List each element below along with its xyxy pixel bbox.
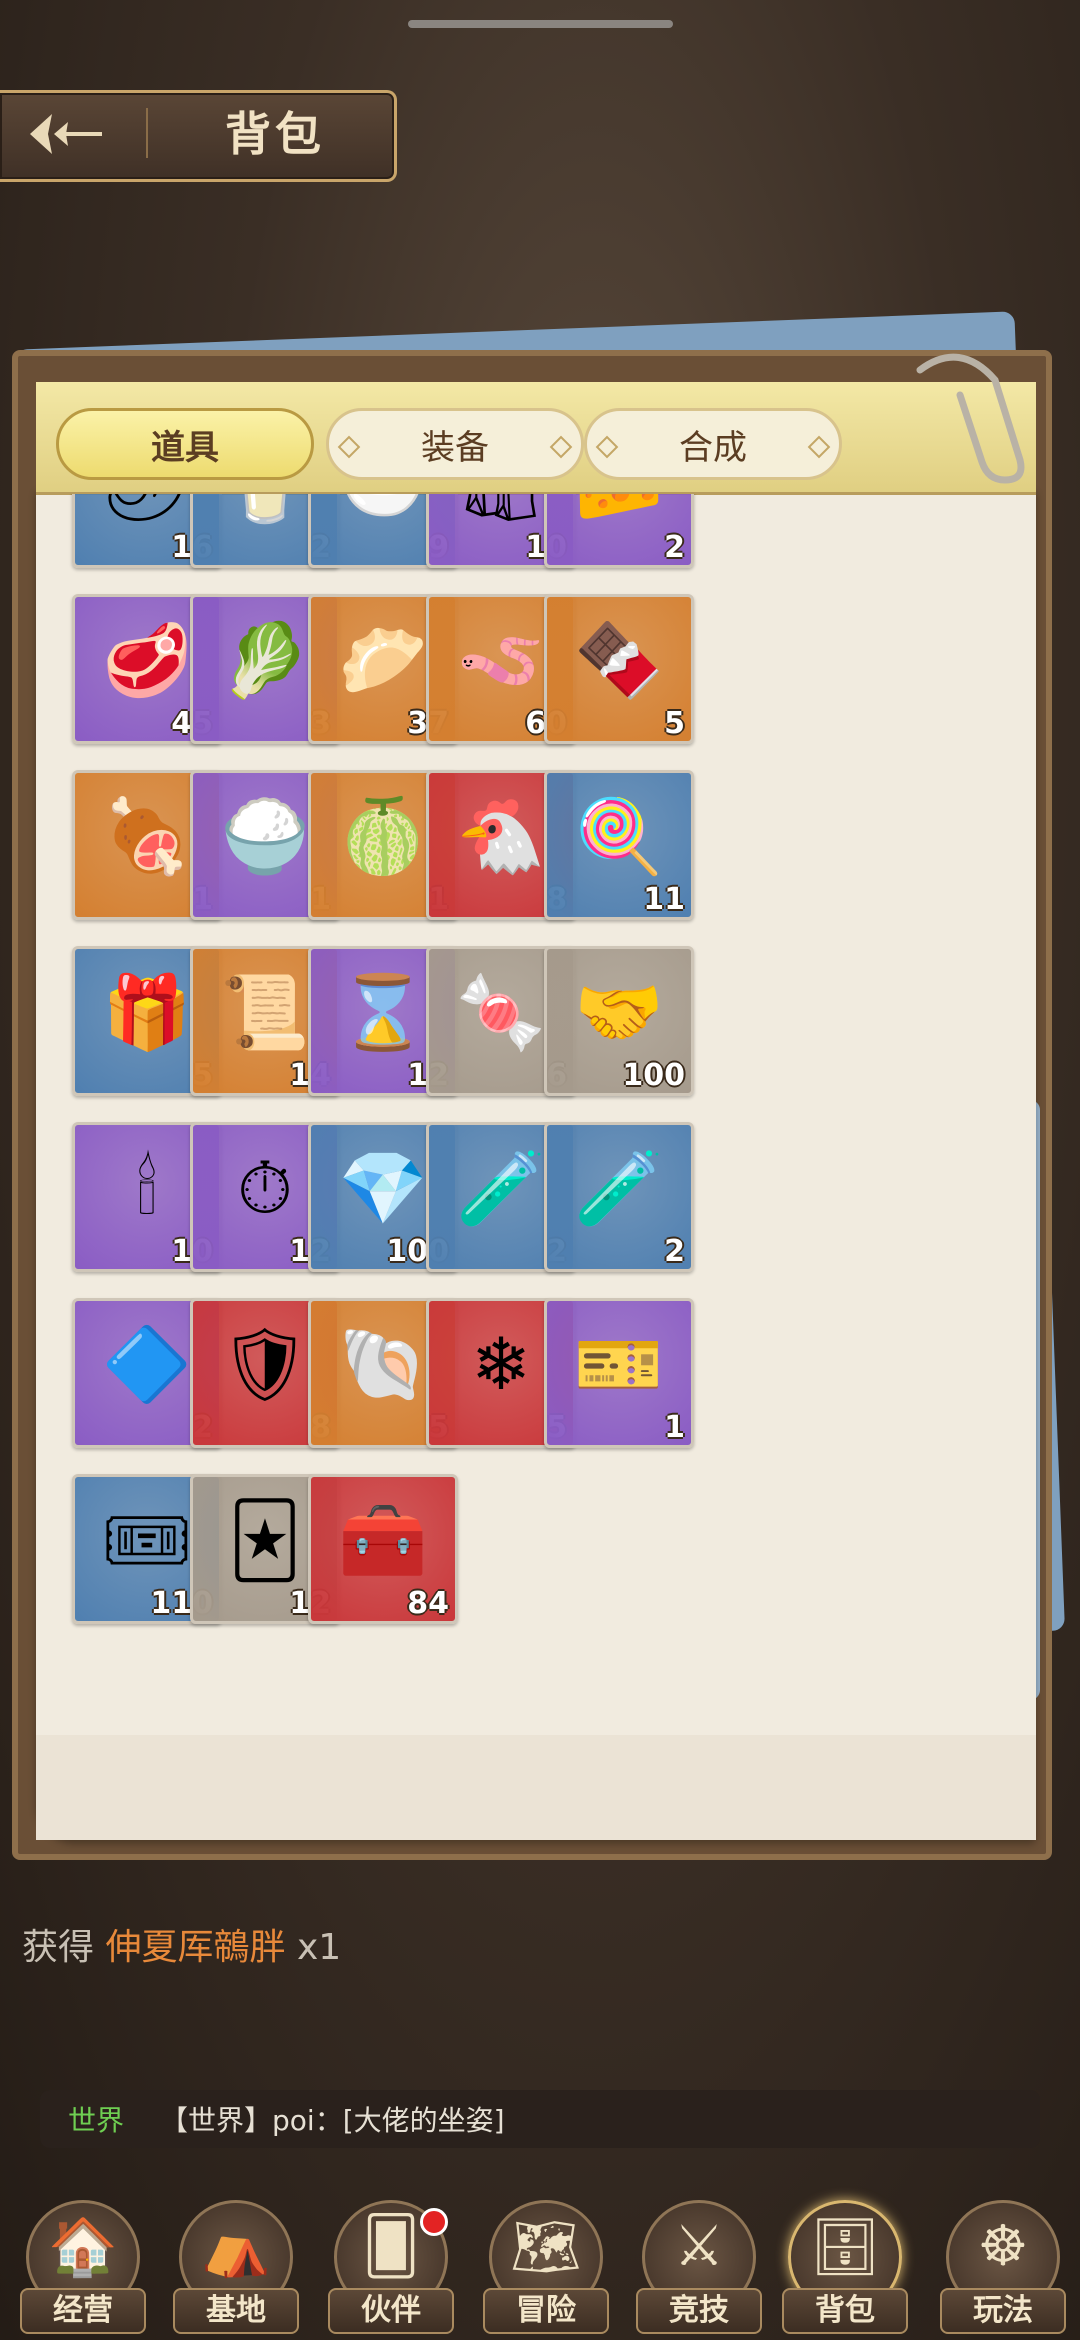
nav-cards[interactable]: 🂠 伙伴: [328, 2200, 454, 2334]
gain-message: 获得 伸夏厍鶙胖 x1: [22, 1918, 341, 1970]
swords-icon: ⚔: [673, 2214, 725, 2279]
inventory-slot[interactable]: 🧀2: [544, 494, 694, 568]
tab-items[interactable]: 道具: [56, 408, 314, 480]
wardrobe-icon: 🗄: [809, 2215, 881, 2280]
tab-crafting[interactable]: 合成: [584, 408, 842, 480]
treasure-chest-icon: 🧰: [338, 1498, 428, 1582]
map-icon: 🗺: [510, 2215, 582, 2280]
home-indicator: [408, 20, 673, 28]
tab-label: 装备: [421, 427, 489, 468]
tab-label: 道具: [151, 427, 219, 468]
nav-label: 伙伴: [328, 2288, 454, 2334]
chocolate-bar-icon: 🍫: [574, 618, 664, 702]
item-count: 2: [664, 1234, 685, 1269]
nav-label: 基地: [173, 2288, 299, 2334]
panel-footer-band: [36, 1735, 1036, 1840]
ship-wheel-icon: ☸: [977, 2214, 1029, 2279]
back-button[interactable]: [24, 108, 106, 160]
item-count: 1: [664, 1410, 685, 1445]
inventory-slot[interactable]: 🍫 5: [544, 594, 694, 744]
item-count: 11: [643, 882, 685, 917]
tab-label: 合成: [679, 427, 747, 468]
tent-icon: ⛺: [201, 2215, 271, 2280]
nav-tent[interactable]: ⛺ 基地: [173, 2200, 299, 2334]
nav-label: 玩法: [940, 2288, 1066, 2334]
chat-message: 【世界】poi：[大佬的坐姿]: [160, 2104, 505, 2137]
paperclip-icon: [916, 353, 1025, 484]
nav-house[interactable]: 🏠 经营: [20, 2200, 146, 2334]
gain-quantity: x1: [296, 1927, 342, 1968]
tab-ornament: [807, 435, 831, 459]
nav-wardrobe[interactable]: 🗄 背包: [782, 2200, 908, 2334]
gain-prefix: 获得: [22, 1927, 95, 1968]
tab-equipment[interactable]: 装备: [326, 408, 584, 480]
tab-ornament: [337, 435, 361, 459]
house-icon: 🏠: [48, 2215, 118, 2280]
item-count: 5: [664, 706, 685, 741]
inventory-slot[interactable]: 🧰 84: [308, 1474, 458, 1624]
time-ticket-icon: 🎫: [574, 1322, 664, 1406]
inventory-slot[interactable]: 🎫 1: [544, 1298, 694, 1448]
inventory-slot[interactable]: 🧪2: [544, 1122, 694, 1272]
inventory-slot[interactable]: 🍭 11: [544, 770, 694, 920]
nav-label: 冒险: [483, 2288, 609, 2334]
page-title: 背包: [225, 107, 325, 161]
world-chat-bar[interactable]: 世界 【世界】poi：[大佬的坐姿]: [40, 2090, 1040, 2148]
nav-ship-wheel[interactable]: ☸ 玩法: [940, 2200, 1066, 2334]
handshake-card-icon: 🤝: [574, 970, 664, 1054]
gain-item-name: 伸夏厍鶙胖: [105, 1927, 286, 1968]
inventory-slot[interactable]: 🤝 100: [544, 946, 694, 1096]
nav-label: 经营: [20, 2288, 146, 2334]
item-count: 84: [407, 1586, 449, 1621]
nav-label: 背包: [782, 2288, 908, 2334]
tab-ornament: [549, 435, 573, 459]
nav-map[interactable]: 🗺 冒险: [483, 2200, 609, 2334]
nav-swords[interactable]: ⚔ 竞技: [636, 2200, 762, 2334]
item-count: 100: [622, 1058, 685, 1093]
inventory-grid: 🌶16🥛2🥗9🛍10🧀2🥩45🥬3🥟37🪱60🍫5🍖1🍚1🍈1🐔8🍭11🎁5📜1…: [36, 494, 1036, 1664]
back-arrow-icon: [30, 114, 102, 154]
lollipop-icon: 🍭: [574, 794, 664, 878]
notification-badge: [420, 2208, 448, 2236]
yellow-potion-icon: 🧪: [574, 1146, 664, 1230]
item-count: 2: [664, 530, 685, 565]
nav-label: 竞技: [636, 2288, 762, 2334]
chat-channel: 世界: [68, 2104, 125, 2137]
header-divider: [146, 108, 148, 158]
tab-ornament: [595, 435, 619, 459]
